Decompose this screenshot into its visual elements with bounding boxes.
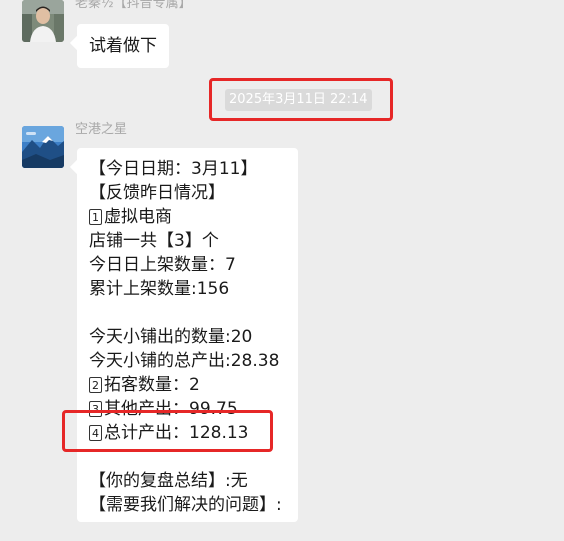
message-line: 今天小铺出的数量:20 xyxy=(89,327,253,347)
message-line: 店铺一共【3】个 xyxy=(89,231,219,251)
message-line: 今天小铺的总产出:28.38 xyxy=(89,351,280,371)
message-line: 1 虚拟电商 xyxy=(89,205,298,229)
avatar-sender-1[interactable] xyxy=(22,0,64,42)
message-bubble-report[interactable]: 【今日日期：3月11】 【反馈昨日情况】 1 虚拟电商 店铺一共【3】个 今日日上… xyxy=(77,148,298,522)
message-line: 今日日上架数量：7 xyxy=(89,255,236,275)
message-line: 累计上架数量:156 xyxy=(89,279,230,299)
message-line: 2 拓客数量：2 xyxy=(89,373,298,397)
message-line-blank xyxy=(89,301,298,325)
highlight-box-timestamp xyxy=(209,78,393,121)
message-text: 试着做下 xyxy=(89,36,157,56)
mountain-landscape-avatar-icon xyxy=(22,126,64,168)
message-line: 【反馈昨日情况】 xyxy=(89,183,225,203)
number-badge-icon: 1 xyxy=(89,209,102,225)
highlight-box-total-output xyxy=(62,410,273,452)
sender-name: 老秦½【抖音专属】 xyxy=(75,0,192,11)
message-line: 【需要我们解决的问题】: xyxy=(89,495,282,515)
message-line: 【今日日期：3月11】 xyxy=(89,159,258,179)
message-bubble[interactable]: 试着做下 xyxy=(77,24,169,68)
avatar-sender-2[interactable] xyxy=(22,126,64,168)
sender-name: 空港之星 xyxy=(75,122,128,137)
person-photo-avatar-icon xyxy=(22,0,64,42)
message-line: 【你的复盘总结】:无 xyxy=(89,471,248,491)
number-badge-icon: 2 xyxy=(89,377,102,393)
